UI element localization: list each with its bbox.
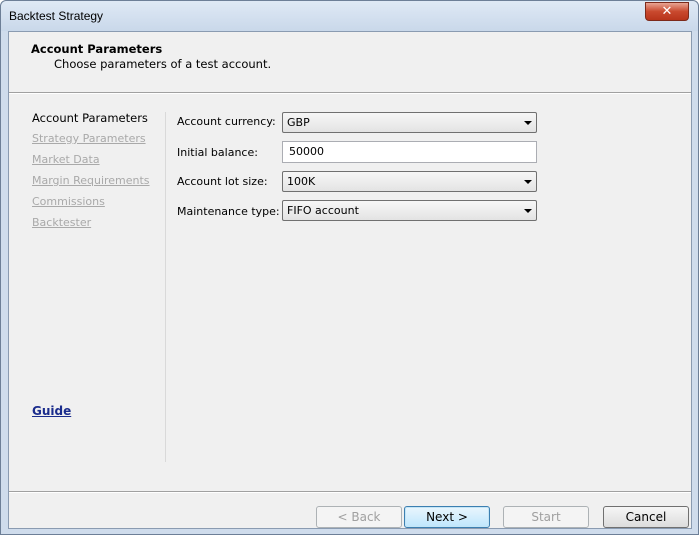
nav-item-market-data: Market Data [32,153,100,166]
nav-item-backtester: Backtester [32,216,92,229]
chevron-down-icon[interactable] [524,180,532,184]
window-title: Backtest Strategy [9,9,104,23]
currency-select[interactable]: GBP [282,112,537,133]
page-title: Account Parameters [31,42,163,56]
maintenance-select[interactable]: FIFO account [282,200,537,221]
balance-label: Initial balance: [177,146,258,159]
chevron-down-icon[interactable] [524,121,532,125]
currency-label: Account currency: [177,115,276,128]
nav-divider [165,112,166,462]
footer-divider-highlight [9,492,691,493]
chevron-down-icon[interactable] [524,209,532,213]
lot-size-value: 100K [287,175,316,188]
maintenance-label: Maintenance type: [177,205,280,218]
nav-item-account-parameters: Account Parameters [32,111,148,125]
lot-size-label: Account lot size: [177,175,268,188]
start-button[interactable]: Start [503,506,589,528]
lot-size-select[interactable]: 100K [282,171,537,192]
next-button[interactable]: Next > [404,506,490,528]
dialog-client-area: Account Parameters Choose parameters of … [8,31,692,529]
nav-item-margin-requirements: Margin Requirements [32,174,150,187]
nav-item-strategy-parameters: Strategy Parameters [32,132,146,145]
title-bar[interactable]: Backtest Strategy ✕ [1,1,698,31]
header-divider-highlight [9,93,691,94]
wizard-header: Account Parameters Choose parameters of … [9,32,691,92]
dialog-window: Backtest Strategy ✕ Account Parameters C… [0,0,699,535]
maintenance-value: FIFO account [287,204,359,217]
balance-input[interactable]: 50000 [282,141,537,163]
wizard-steps-nav: Account Parameters Strategy Parameters M… [32,110,162,236]
nav-item-commissions: Commissions [32,195,105,208]
guide-link[interactable]: Guide [32,404,71,418]
page-subtitle: Choose parameters of a test account. [54,57,272,71]
close-icon[interactable]: ✕ [645,2,689,21]
cancel-button[interactable]: Cancel [603,506,689,528]
back-button[interactable]: < Back [316,506,402,528]
currency-value: GBP [287,116,310,129]
